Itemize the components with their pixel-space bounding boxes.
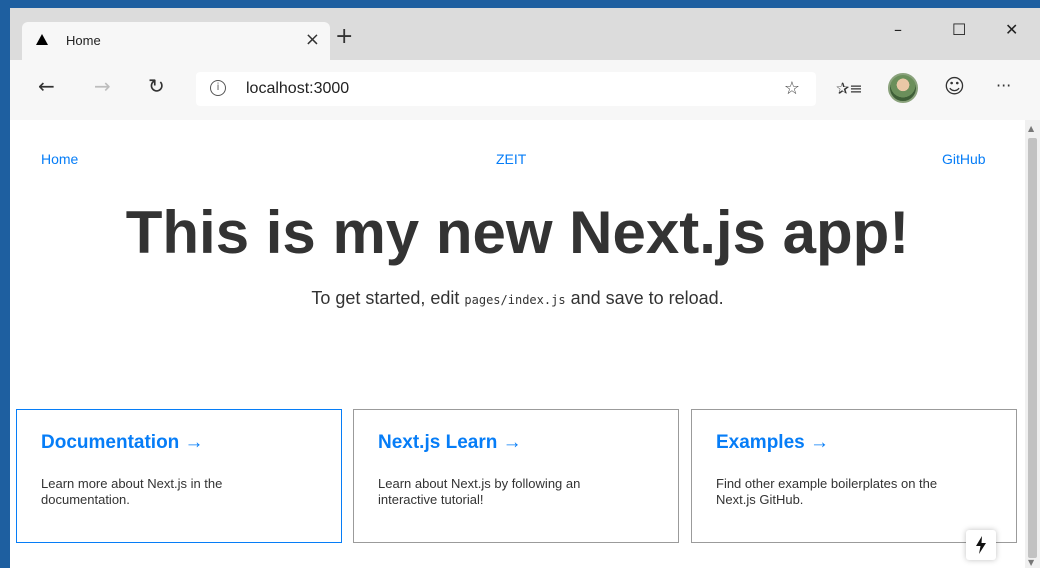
page-title: This is my new Next.js app! xyxy=(125,199,910,266)
star-icon[interactable]: ☆ xyxy=(784,78,800,99)
refresh-button[interactable]: ↻ xyxy=(148,74,165,98)
back-button[interactable]: ← xyxy=(38,74,55,98)
tab-home[interactable]: Home × xyxy=(22,22,330,60)
menu-icon[interactable]: ··· xyxy=(996,74,1011,98)
card-title: Examples → xyxy=(716,432,829,453)
tab-strip: Home × + – ☐ ✕ xyxy=(10,8,1040,60)
close-window-button[interactable]: ✕ xyxy=(1005,20,1018,39)
triangle-icon xyxy=(36,34,48,45)
nav-home-link[interactable]: Home xyxy=(41,151,78,167)
tab-title: Home xyxy=(66,33,101,48)
card-documentation[interactable]: Documentation → Learn more about Next.js… xyxy=(16,409,342,543)
card-description: Find other example boilerplates on the N… xyxy=(716,476,938,507)
card-learn[interactable]: Next.js Learn → Learn about Next.js by f… xyxy=(353,409,679,543)
forward-button[interactable]: → xyxy=(94,74,111,98)
card-title: Next.js Learn → xyxy=(378,432,522,453)
subtitle-code: pages/index.js xyxy=(464,293,566,307)
new-tab-button[interactable]: + xyxy=(335,26,353,48)
card-description: Learn more about Next.js in the document… xyxy=(41,476,223,507)
address-bar[interactable]: i localhost:3000 ☆ xyxy=(196,72,816,106)
scroll-thumb[interactable] xyxy=(1028,138,1037,558)
nav-github-link[interactable]: GitHub xyxy=(942,151,986,167)
avatar[interactable] xyxy=(888,73,918,103)
scrollbar[interactable]: ▲ ▼ xyxy=(1025,120,1040,568)
minimize-button[interactable]: – xyxy=(894,20,902,39)
maximize-button[interactable]: ☐ xyxy=(952,20,966,39)
browser-toolbar: ← → ↻ i localhost:3000 ☆ ✰≡ ☺ ··· xyxy=(10,60,1040,121)
card-examples[interactable]: Examples → Find other example boilerplat… xyxy=(691,409,1017,543)
favorites-icon[interactable]: ✰≡ xyxy=(836,77,863,101)
tab-close-icon[interactable]: × xyxy=(305,29,320,50)
page-viewport: Home ZEIT GitHub This is my new Next.js … xyxy=(10,120,1025,568)
scroll-down-icon[interactable]: ▼ xyxy=(1028,558,1034,567)
emoji-icon[interactable]: ☺ xyxy=(944,74,965,98)
scroll-up-icon[interactable]: ▲ xyxy=(1028,124,1034,133)
nav-zeit-link[interactable]: ZEIT xyxy=(496,151,526,167)
card-description: Learn about Next.js by following an inte… xyxy=(378,476,581,507)
address-text[interactable]: localhost:3000 xyxy=(246,80,349,98)
card-title: Documentation → xyxy=(41,432,204,453)
info-icon[interactable]: i xyxy=(210,80,226,96)
subtitle-before: To get started, edit xyxy=(311,288,465,308)
subtitle-after: and save to reload. xyxy=(565,288,724,308)
lightning-icon[interactable] xyxy=(966,530,996,560)
page-subtitle: To get started, edit pages/index.js and … xyxy=(10,288,1025,309)
